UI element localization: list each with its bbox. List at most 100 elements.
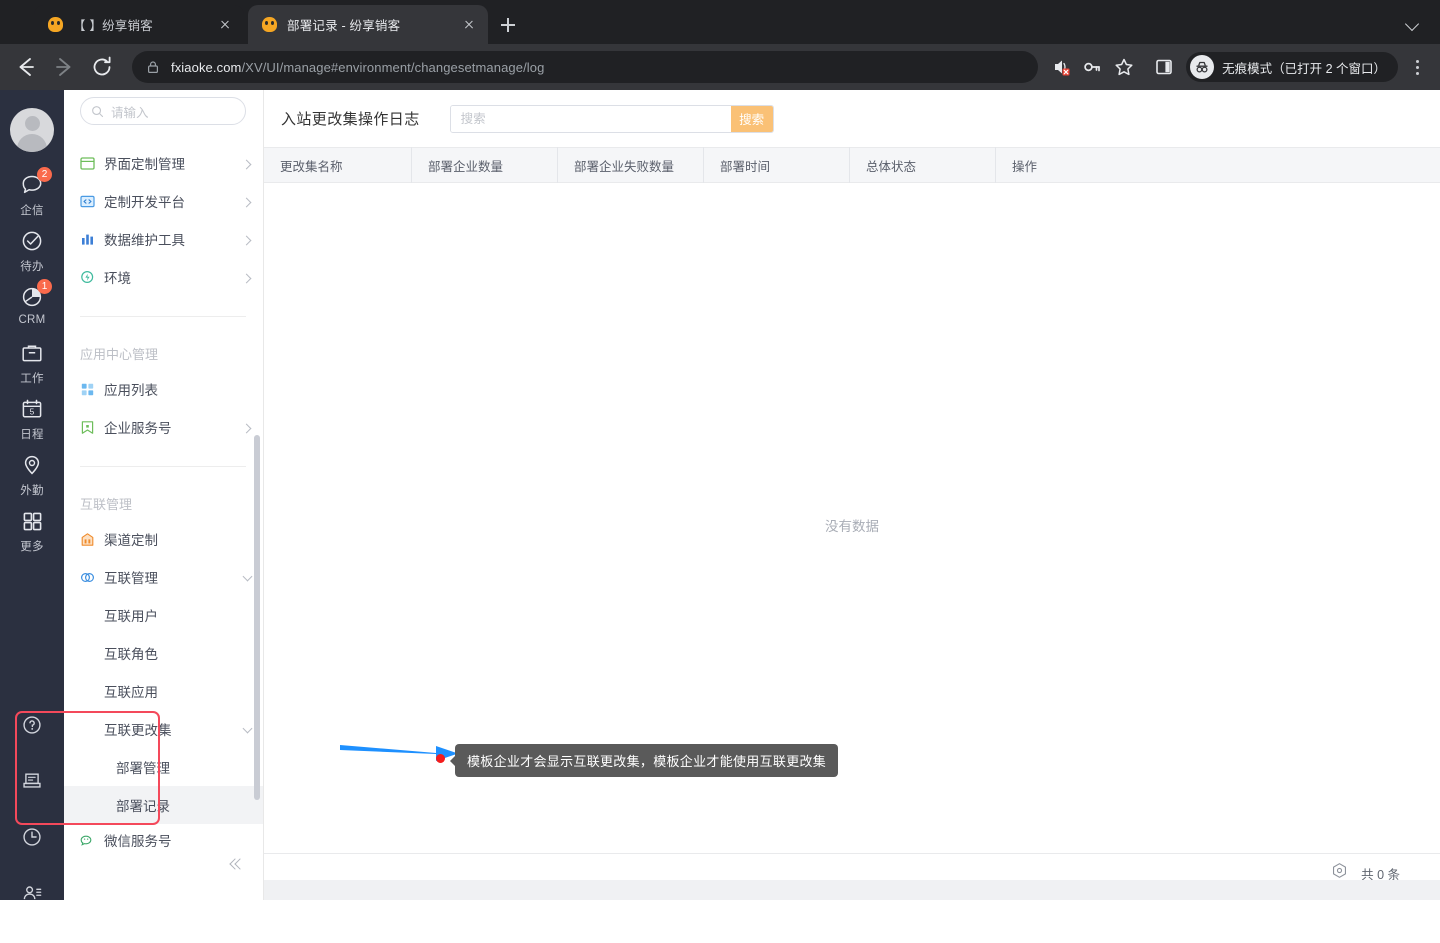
chevron-right-icon	[242, 158, 252, 168]
clock-icon	[20, 825, 44, 849]
sidebar-item-environment[interactable]: 环境	[64, 258, 264, 296]
table-body: 没有数据	[264, 183, 1440, 943]
briefcase-icon	[19, 340, 45, 366]
secondary-sidebar: 请输入 界面定制管理 定制开发平台 数	[64, 90, 264, 900]
rail-item-gengduo[interactable]: 更多	[0, 506, 64, 562]
close-icon[interactable]	[460, 16, 478, 34]
rail-item-crm[interactable]: 1 CRM	[0, 282, 64, 338]
sidebar-group-title-interconnect: 互联管理	[80, 494, 132, 513]
rail-item-daiban[interactable]: 待办	[0, 226, 64, 282]
rail-item-qixin[interactable]: 2 企信	[0, 170, 64, 226]
search-button[interactable]: 搜索	[731, 106, 773, 132]
sidebar-search-input[interactable]: 请输入	[80, 97, 246, 125]
forward-arrow-icon[interactable]	[48, 51, 80, 83]
sidebar-item-label: 互联更改集	[104, 719, 242, 739]
location-pin-icon	[19, 452, 45, 478]
chevron-right-icon	[242, 234, 252, 244]
lock-icon	[146, 60, 160, 74]
collapse-left-icon[interactable]	[226, 852, 250, 876]
sidebar-item-label: 界面定制管理	[104, 153, 242, 173]
sidebar-item-ui-customization[interactable]: 界面定制管理	[64, 144, 264, 182]
sidebar-item-dev-platform[interactable]: 定制开发平台	[64, 182, 264, 220]
empty-state-text: 没有数据	[264, 515, 1440, 535]
star-icon[interactable]	[1108, 51, 1140, 83]
column-header-overall-status[interactable]: 总体状态	[850, 147, 996, 183]
three-dot-menu-icon[interactable]	[1400, 51, 1434, 83]
rail-item-feedback[interactable]	[0, 757, 64, 805]
bar-chart-icon	[80, 232, 95, 247]
browser-tab-2[interactable]: 部署记录 - 纷享销客	[248, 5, 488, 44]
close-icon[interactable]	[216, 16, 234, 34]
sidebar-item-interconnect-apps[interactable]: 互联应用	[64, 672, 264, 710]
new-tab-button[interactable]	[494, 11, 522, 39]
help-circle-icon	[20, 713, 44, 737]
url-host: fxiaoke.com	[171, 60, 241, 75]
environment-icon	[80, 270, 95, 285]
calendar-icon: 5	[19, 396, 45, 422]
content-header: 入站更改集操作日志 搜索	[264, 90, 1440, 147]
page-title: 入站更改集操作日志	[281, 108, 420, 129]
sidebar-item-label: 互联角色	[104, 643, 252, 663]
sidebar-item-interconnect-management[interactable]: 互联管理	[64, 558, 264, 596]
column-header-deployed-count[interactable]: 部署企业数量	[412, 147, 558, 183]
feedback-icon	[20, 769, 44, 793]
sidebar-item-label: 部署记录	[116, 795, 252, 815]
rail-item-contacts[interactable]	[0, 869, 64, 900]
rail-item-label: 待办	[20, 258, 44, 274]
column-header-deploy-time[interactable]: 部署时间	[704, 147, 850, 183]
sidebar-item-service-account[interactable]: 企业服务号	[64, 408, 264, 446]
code-icon	[80, 194, 95, 209]
browser-tab-1[interactable]: 【 】纷享销客	[34, 5, 244, 44]
address-bar[interactable]: fxiaoke.com/XV/UI/manage#environment/cha…	[132, 51, 1038, 83]
search-input[interactable]	[451, 106, 731, 132]
side-panel-icon[interactable]	[1148, 51, 1180, 83]
annotation-arrow	[340, 738, 460, 768]
column-header-failed-count[interactable]: 部署企业失败数量	[558, 147, 704, 183]
divider	[80, 316, 246, 317]
browser-window: 【 】纷享销客 部署记录 - 纷享销客 fxiaoke	[0, 0, 1440, 900]
sidebar-item-interconnect-changeset[interactable]: 互联更改集	[64, 710, 264, 748]
rail-item-richeng[interactable]: 5 日程	[0, 394, 64, 450]
browser-toolbar: fxiaoke.com/XV/UI/manage#environment/cha…	[0, 44, 1440, 90]
sidebar-item-label: 环境	[104, 267, 242, 287]
sidebar-item-deploy-management[interactable]: 部署管理	[64, 748, 264, 786]
avatar[interactable]	[10, 108, 54, 152]
rail-item-label: 外勤	[20, 482, 44, 498]
rail-item-gongzuo[interactable]: 工作	[0, 338, 64, 394]
incognito-profile-pill[interactable]: 无痕模式（已打开 2 个窗口）	[1186, 52, 1398, 82]
tab-title: 【 】纷享销客	[73, 15, 207, 34]
main-content: 入站更改集操作日志 搜索 更改集名称 部署企业数量 部署企业失败数量 部署时间 …	[264, 90, 1440, 900]
table-header-row: 更改集名称 部署企业数量 部署企业失败数量 部署时间 总体状态 操作	[264, 147, 1440, 183]
sidebar-item-label: 应用列表	[104, 379, 252, 399]
column-header-changeset-name[interactable]: 更改集名称	[264, 147, 412, 183]
back-arrow-icon[interactable]	[10, 51, 42, 83]
rail-item-label: 工作	[20, 370, 44, 386]
tab-list-chevron-icon[interactable]	[1402, 13, 1426, 33]
grid-icon	[19, 508, 45, 534]
reload-icon[interactable]	[86, 51, 118, 83]
tab-title: 部署记录 - 纷享销客	[287, 15, 451, 34]
sidebar-item-interconnect-roles[interactable]: 互联角色	[64, 634, 264, 672]
footer-divider	[264, 853, 1440, 854]
rail-item-waiqin[interactable]: 外勤	[0, 450, 64, 506]
sidebar-item-interconnect-users[interactable]: 互联用户	[64, 596, 264, 634]
annotation-dot	[436, 754, 445, 763]
sidebar-item-data-tools[interactable]: 数据维护工具	[64, 220, 264, 258]
sidebar-item-channel-customization[interactable]: 渠道定制	[64, 520, 264, 558]
rail-item-history[interactable]	[0, 813, 64, 861]
app-rail: 2 企信 待办 1 CRM 工作	[0, 90, 64, 900]
toolbar-actions: 无痕模式（已打开 2 个窗口）	[1044, 51, 1440, 83]
incognito-icon	[1190, 55, 1214, 79]
fxiaoke-favicon	[261, 16, 278, 33]
sidebar-item-app-list[interactable]: 应用列表	[64, 370, 264, 408]
wechat-icon	[80, 833, 95, 848]
sidebar-item-deploy-records[interactable]: 部署记录	[64, 786, 264, 824]
sidebar-item-label: 渠道定制	[104, 529, 252, 549]
sidebar-item-label: 企业服务号	[104, 417, 242, 437]
column-header-actions[interactable]: 操作	[996, 147, 1440, 183]
chevron-right-icon	[242, 196, 252, 206]
sidebar-scrollbar[interactable]	[254, 435, 260, 800]
key-icon[interactable]	[1076, 51, 1108, 83]
rail-item-help[interactable]	[0, 701, 64, 749]
media-muted-icon[interactable]	[1044, 51, 1076, 83]
